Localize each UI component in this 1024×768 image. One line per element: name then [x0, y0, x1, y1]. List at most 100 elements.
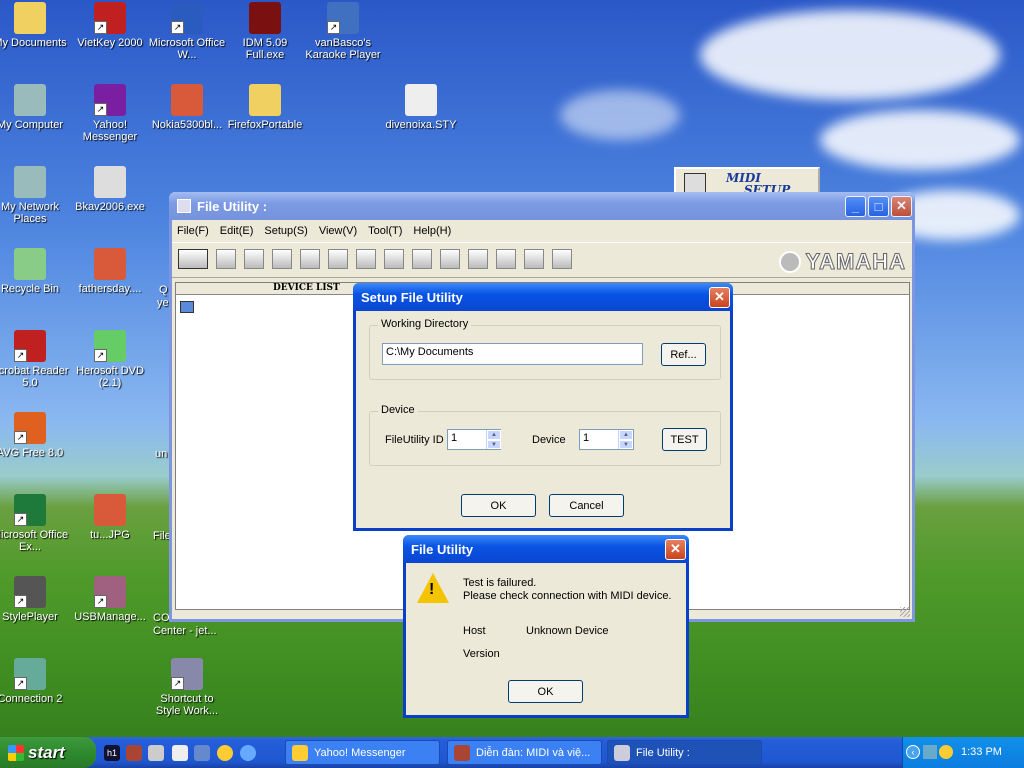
fileutility-id-label: FileUtility ID [385, 434, 444, 446]
desktop-icon[interactable]: Acrobat Reader 5.0 [0, 330, 70, 389]
desktop-icon-label: Recycle Bin [0, 283, 60, 295]
toolbar-button-icon[interactable] [178, 249, 208, 269]
close-button[interactable]: ✕ [709, 286, 730, 308]
desktop-icon[interactable]: Microsoft Office Ex... [0, 494, 70, 553]
toolbar-button-icon[interactable] [356, 249, 376, 269]
toolbar-button-icon[interactable] [468, 249, 488, 269]
desktop-icon-label: Yahoo! Messenger [82, 119, 138, 143]
toolbar-button-icon[interactable] [328, 249, 348, 269]
close-button[interactable]: ✕ [665, 538, 686, 560]
menu-item[interactable]: File(F) [177, 225, 209, 237]
device-group-label: Device [378, 404, 418, 416]
setup-dialog-title: Setup File Utility [361, 289, 463, 305]
desktop-icon[interactable]: Recycle Bin [0, 248, 70, 295]
tray-expand-icon[interactable]: ‹ [906, 745, 920, 759]
working-directory-field[interactable]: C:\My Documents [382, 343, 643, 365]
desktop-icon[interactable]: Herosoft DVD (2.1) [70, 330, 150, 389]
desktop-icon[interactable]: Microsoft Office W... [147, 2, 227, 61]
messenger-quick-launch-icon[interactable] [194, 745, 210, 761]
desktop-icon[interactable]: divenoixa.STY [381, 84, 461, 131]
firefox-quick-launch-icon[interactable] [126, 745, 142, 761]
desktop-icon-label: My Computer [0, 119, 64, 131]
desktop-icon-image [14, 248, 46, 280]
desktop-icon[interactable]: StylePlayer [0, 576, 70, 623]
desktop-icon[interactable]: Connection 2 [0, 658, 70, 705]
desktop-icon-image [94, 84, 126, 116]
maximize-button[interactable]: □ [868, 195, 889, 217]
device-field-label: Device [532, 434, 566, 446]
fileutility-id-spinner[interactable]: ▲ ▼ [486, 430, 501, 449]
toolbar-button-icon[interactable] [552, 249, 572, 269]
yamaha-logo: YAMAHA [779, 249, 906, 275]
cancel-button[interactable]: Cancel [549, 494, 624, 517]
desktop-icon[interactable]: vanBasco's Karaoke Player [303, 2, 383, 61]
desktop-icon[interactable]: IDM 5.09 Full.exe [225, 2, 305, 61]
desktop-icon-image [249, 84, 281, 116]
setup-dialog-title-bar[interactable]: Setup File Utility ✕ [353, 283, 733, 311]
desktop-partial-label: ye [157, 297, 169, 309]
menu-item[interactable]: Help(H) [413, 225, 451, 237]
ok-button[interactable]: OK [508, 680, 583, 703]
desktop-icon-label: IDM 5.09 Full.exe [242, 37, 288, 61]
toolbar-button-icon[interactable] [412, 249, 432, 269]
taskbar-button[interactable]: Yahoo! Messenger [285, 740, 440, 765]
cloud [700, 10, 1000, 100]
desktop-icon[interactable]: fathersday.... [70, 248, 150, 295]
desktop-icon[interactable]: FirefoxPortable [225, 84, 305, 131]
menu-item[interactable]: Tool(T) [368, 225, 402, 237]
usb-quick-launch-icon[interactable] [240, 745, 256, 761]
toolbar-button-icon[interactable] [272, 249, 292, 269]
start-button[interactable]: start [0, 737, 96, 768]
desktop-icon[interactable]: My Network Places [0, 166, 70, 225]
error-message-line2: Please check connection with MIDI device… [463, 590, 672, 602]
device-spinner[interactable]: ▲ ▼ [618, 430, 633, 449]
desktop-icon-image [94, 248, 126, 280]
desktop-icon[interactable]: Shortcut to Style Work... [147, 658, 227, 717]
yahoo-tray-icon[interactable] [939, 745, 953, 759]
media-quick-launch-icon[interactable] [172, 745, 188, 761]
toolbar-button-icon[interactable] [440, 249, 460, 269]
taskbar-button[interactable]: File Utility : [607, 740, 762, 765]
menu-item[interactable]: View(V) [319, 225, 357, 237]
toolbar-button-icon[interactable] [524, 249, 544, 269]
taskbar: start h1 Yahoo! Messenger Diễn đàn: MIDI … [0, 737, 1024, 768]
test-button[interactable]: TEST [662, 428, 707, 451]
app-quick-launch-icon[interactable] [148, 745, 164, 761]
toolbar-button-icon[interactable] [216, 249, 236, 269]
error-message-line1: Test is failured. [463, 577, 537, 589]
cloud [820, 110, 1020, 170]
desktop-icon[interactable]: USBManage... [70, 576, 150, 623]
desktop-icon[interactable]: Nokia5300bl... [147, 84, 227, 131]
toolbar-button-icon[interactable] [384, 249, 404, 269]
error-dialog-title-bar[interactable]: File Utility ✕ [403, 535, 689, 563]
minimize-button[interactable]: _ [845, 195, 866, 217]
desktop-icon[interactable]: tu...JPG [70, 494, 150, 541]
ref-button[interactable]: Ref... [661, 343, 706, 366]
desktop-icon[interactable]: AVG Free 8.0 [0, 412, 70, 459]
desktop-icon-image [94, 576, 126, 608]
setup-dialog: Setup File Utility ✕ Working Directory C… [353, 283, 733, 531]
window-title: File Utility : [197, 198, 268, 214]
clock[interactable]: 1:33 PM [961, 746, 1002, 758]
desktop-icon[interactable]: My Computer [0, 84, 70, 131]
desktop-icon[interactable]: Bkav2006.exe [70, 166, 150, 213]
resize-grip-icon[interactable] [900, 607, 910, 617]
ok-button[interactable]: OK [461, 494, 536, 517]
yahoo-quick-launch-icon[interactable] [217, 745, 233, 761]
close-button[interactable]: ✕ [891, 195, 912, 217]
toolbar-button-icon[interactable] [244, 249, 264, 269]
h1-quick-launch-icon[interactable]: h1 [104, 745, 120, 761]
network-tray-icon[interactable] [923, 745, 937, 759]
menu-item[interactable]: Edit(E) [220, 225, 254, 237]
desktop-icon[interactable]: VietKey 2000 [70, 2, 150, 49]
taskbar-button[interactable]: Diễn đàn: MIDI và việ... [447, 740, 602, 765]
toolbar-button-icon[interactable] [496, 249, 516, 269]
desktop-icon[interactable]: My Documents [0, 2, 70, 49]
desktop-icon[interactable]: Yahoo! Messenger [70, 84, 150, 143]
menu-item[interactable]: Setup(S) [264, 225, 307, 237]
toolbar-button-icon[interactable] [300, 249, 320, 269]
desktop-icon-label: StylePlayer [2, 611, 58, 623]
warning-icon: ! [417, 573, 449, 603]
device-item-icon[interactable] [180, 301, 194, 313]
title-bar[interactable]: File Utility : _ □ ✕ [169, 192, 915, 220]
